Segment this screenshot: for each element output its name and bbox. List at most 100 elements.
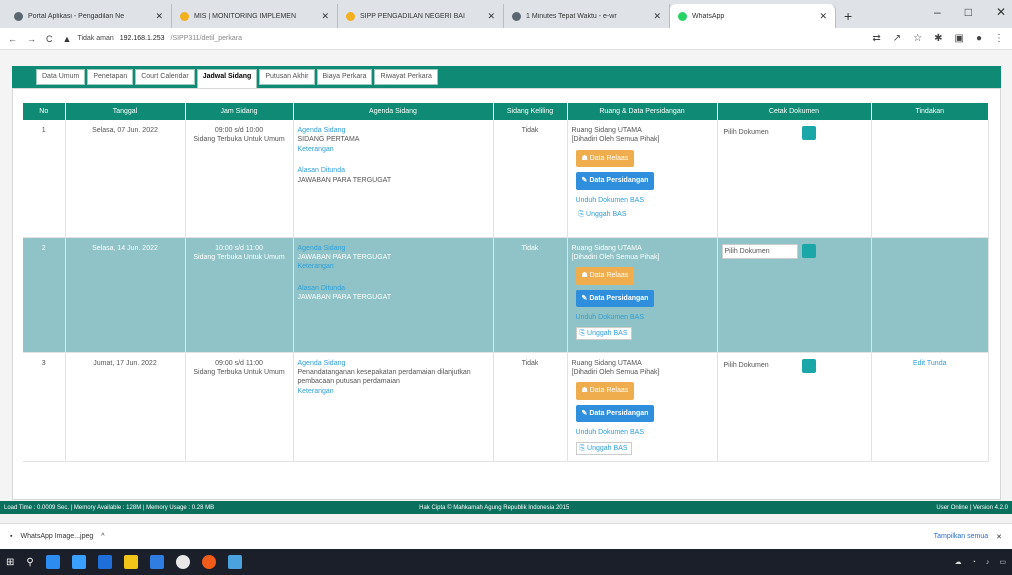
- cell-sidang-keliling: Tidak: [493, 237, 568, 353]
- tab-putusan-akhir[interactable]: Putusan Akhir: [259, 69, 315, 85]
- taskview-icon[interactable]: [45, 555, 60, 569]
- table-row: 3 Jumat, 17 Jun. 2022 09:00 s/d 11:00 Sidan…: [23, 352, 989, 463]
- agenda-sidang: SIDANG PERTAMA: [297, 136, 360, 144]
- data-persidangan-button[interactable]: ✎ Data Persidangan: [575, 172, 655, 190]
- reload-icon[interactable]: C: [46, 34, 53, 44]
- bookmark-star-icon[interactable]: ☆: [913, 33, 922, 44]
- tab-penetapan[interactable]: Penetapan: [87, 69, 134, 85]
- url-warning: Tidak aman: [77, 35, 114, 42]
- browser-tab[interactable]: 1 Minutes Tepat Waktu - e-wr ✕: [504, 4, 670, 28]
- data-relaas-label: Data Relaas: [589, 272, 629, 280]
- taskbar-app-icon[interactable]: [227, 555, 242, 569]
- print-icon[interactable]: [801, 126, 816, 140]
- minimize-icon[interactable]: –: [934, 5, 941, 19]
- unduh-bas-link[interactable]: Unduh Dokumen BAS: [576, 428, 713, 437]
- notification-icon[interactable]: ▭: [999, 558, 1006, 566]
- chrome-icon[interactable]: [175, 555, 190, 569]
- cell-jam: 10:00 s/d 11:00 Sidang Terbuka Untuk Umum: [185, 237, 294, 353]
- explorer-icon[interactable]: [123, 555, 138, 569]
- url-field[interactable]: ▲ Tidak aman 192.168.1.253/SIPP311/detil…: [63, 34, 242, 44]
- tab-biaya-perkara[interactable]: Biaya Perkara: [316, 69, 373, 85]
- cell-tanggal: Selasa, 14 Jun. 2022: [65, 237, 186, 353]
- sidebar-icon[interactable]: ▣: [955, 33, 964, 44]
- app-icon[interactable]: [149, 555, 164, 569]
- data-relaas-button[interactable]: ☗ Data Relaas: [575, 267, 635, 285]
- extensions-icon[interactable]: ✱: [934, 33, 942, 44]
- page-content: Data Umum Penetapan Court Calendar Jadwal S…: [0, 50, 1012, 502]
- profile-icon[interactable]: ●: [976, 33, 982, 44]
- maximize-icon[interactable]: □: [965, 5, 972, 19]
- translate-icon[interactable]: ⇄: [872, 33, 880, 44]
- data-relaas-button[interactable]: ☗ Data Relaas: [575, 382, 635, 400]
- cell-agenda: Agenda Sidang Penandatanganan kesepakatan…: [293, 352, 494, 463]
- cell-tindakan: Edit Tunda: [871, 352, 989, 463]
- browser-tab[interactable]: Portal Aplikasi - Pengadilan Ne ✕: [6, 4, 172, 28]
- search-icon[interactable]: ⚲: [26, 557, 33, 568]
- unggah-bas-button[interactable]: ⎘ Unggah BAS: [575, 441, 632, 456]
- alasan-ditunda: JAWABAN PARA TERGUGAT: [297, 176, 392, 184]
- pilih-dokumen-select[interactable]: Pilih Dokumen: [722, 359, 798, 372]
- browser-tab[interactable]: MIS | MONITORING IMPLEMEN ✕: [172, 4, 338, 28]
- alasan-ditunda-label: Alasan Ditunda: [297, 284, 345, 292]
- new-tab-button[interactable]: +: [836, 8, 860, 28]
- tab-close-icon[interactable]: ✕: [487, 11, 495, 22]
- tab-data-umum[interactable]: Data Umum: [36, 69, 86, 85]
- tab-close-icon[interactable]: ✕: [653, 11, 661, 22]
- show-all-link[interactable]: Tampilkan semua: [934, 533, 988, 540]
- browser-tab[interactable]: SIPP PENGADILAN NEGERI BAI ✕: [338, 4, 504, 28]
- back-icon[interactable]: ←: [8, 34, 17, 44]
- forward-icon[interactable]: →: [27, 34, 36, 44]
- ruang-note: [Dihadiri Oleh Semua Pihak]: [571, 253, 660, 261]
- tab-riwayat-perkara[interactable]: Riwayat Perkara: [374, 69, 438, 85]
- network-icon[interactable]: ◔: [972, 559, 976, 566]
- upload-icon: ⎘: [578, 211, 587, 219]
- windows-start-icon[interactable]: ⊞: [6, 557, 14, 568]
- unggah-bas-button[interactable]: ⎘ Unggah BAS: [575, 326, 632, 341]
- cell-agenda: Agenda Sidang SIDANG PERTAMA Keterangan Ala…: [293, 120, 494, 238]
- tab-close-icon[interactable]: ✕: [155, 11, 163, 22]
- data-persidangan-label: Data Persidangan: [589, 294, 649, 302]
- volume-icon[interactable]: ♪: [986, 559, 990, 566]
- agenda-sidang-label[interactable]: Agenda Sidang: [298, 126, 489, 135]
- keterangan-link[interactable]: Keterangan: [298, 145, 489, 154]
- download-bar: ▪ WhatsApp Image...jpeg ^ Tampilkan semu…: [0, 523, 1012, 549]
- unduh-bas-link[interactable]: Unduh Dokumen BAS: [576, 196, 713, 205]
- pilih-dokumen-select[interactable]: Pilih Dokumen: [722, 126, 798, 139]
- tab-favicon-icon: [512, 11, 521, 21]
- chevron-up-icon[interactable]: ^: [101, 533, 104, 540]
- menu-icon[interactable]: ⋮: [994, 33, 1004, 44]
- pilih-dokumen-select[interactable]: Pilih Dokumen: [721, 243, 798, 259]
- jam-note: Sidang Terbuka Untuk Umum: [193, 136, 285, 144]
- url-host: 192.168.1.253: [119, 35, 165, 42]
- share-icon[interactable]: ↗: [893, 33, 901, 44]
- tab-court-calendar[interactable]: Court Calendar: [135, 69, 195, 85]
- tab-close-icon[interactable]: ✕: [321, 11, 329, 22]
- print-icon[interactable]: [801, 243, 816, 258]
- relaas-icon: ☗: [581, 272, 590, 280]
- edge-icon[interactable]: [71, 555, 86, 569]
- jam-sidang: 09:00 s/d 11:00: [215, 359, 263, 367]
- weather-icon[interactable]: ☁: [955, 558, 962, 566]
- data-persidangan-label: Data Persidangan: [589, 177, 649, 185]
- unggah-bas-button[interactable]: ⎘ Unggah BAS: [576, 209, 630, 220]
- unduh-bas-link[interactable]: Unduh Dokumen BAS: [576, 313, 713, 322]
- data-relaas-button[interactable]: ☗ Data Relaas: [575, 149, 635, 168]
- data-persidangan-button[interactable]: ✎ Data Persidangan: [575, 404, 655, 423]
- store-icon[interactable]: [97, 555, 112, 569]
- tab-close-icon[interactable]: ✕: [819, 11, 827, 22]
- close-window-icon[interactable]: ✕: [996, 5, 1006, 19]
- firefox-icon[interactable]: [201, 555, 216, 569]
- close-download-icon[interactable]: ✕: [996, 533, 1002, 541]
- tab-label: WhatsApp: [692, 12, 725, 20]
- download-file[interactable]: WhatsApp Image...jpeg: [20, 533, 93, 540]
- keterangan-link[interactable]: Keterangan: [298, 387, 489, 396]
- data-persidangan-button[interactable]: ✎ Data Persidangan: [575, 289, 655, 308]
- tab-jadwal-sidang[interactable]: Jadwal Sidang: [196, 69, 258, 88]
- print-icon[interactable]: [801, 358, 816, 373]
- browser-tab[interactable]: WhatsApp ✕: [670, 4, 836, 28]
- edit-tunda-link[interactable]: Edit Tunda: [876, 359, 985, 368]
- agenda-sidang-label[interactable]: Agenda Sidang: [298, 244, 489, 253]
- data-persidangan-label: Data Persidangan: [589, 409, 649, 417]
- keterangan-link[interactable]: Keterangan: [298, 262, 489, 271]
- agenda-sidang-label[interactable]: Agenda Sidang: [298, 359, 489, 368]
